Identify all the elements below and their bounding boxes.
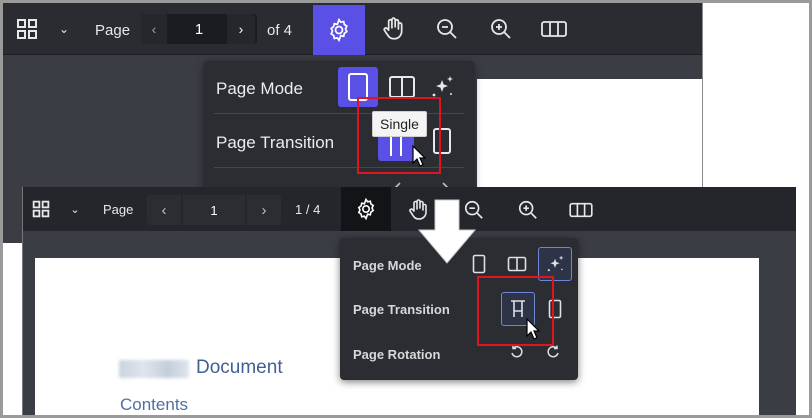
bottom-viewer: ⌄ Page ‹ 1 › 1 / 4 Page Mode Page Transi… <box>22 187 796 415</box>
page-mode-label: Page Mode <box>216 79 303 98</box>
prev-page-button[interactable]: ‹ <box>147 195 181 225</box>
columns-icon[interactable] <box>539 17 569 41</box>
chevron-down-icon[interactable]: ⌄ <box>67 200 83 218</box>
zoom-in-icon[interactable] <box>515 197 541 223</box>
grid-icon[interactable] <box>15 17 39 41</box>
page-number-input[interactable]: 1 <box>183 195 245 225</box>
page-rotation-label: Page Rotation <box>353 347 441 362</box>
page-label: Page <box>103 201 134 217</box>
down-arrow-icon <box>416 198 478 271</box>
grid-icon[interactable] <box>31 199 51 219</box>
page-number-input[interactable]: 1 <box>173 14 225 44</box>
page-count-label: of 4 <box>267 21 293 39</box>
chevron-down-icon[interactable]: ⌄ <box>55 19 73 39</box>
screenshot-frame: ⌄ Page ‹ 1 › of 4 Page Mode Page Transit… <box>0 0 812 418</box>
prev-page-button[interactable]: ‹ <box>141 14 167 44</box>
columns-icon[interactable] <box>567 199 595 221</box>
mouse-cursor-icon <box>526 317 541 345</box>
zoom-in-icon[interactable] <box>487 15 515 43</box>
next-page-button[interactable]: › <box>227 14 255 44</box>
gear-icon[interactable] <box>313 5 365 55</box>
gear-icon[interactable] <box>341 187 391 231</box>
page-transition-label: Page Transition <box>353 302 450 317</box>
page-transition-label: Page Transition <box>216 133 335 152</box>
page-count-label: 1 / 4 <box>295 201 321 217</box>
document-contents-link[interactable]: Contents <box>120 395 188 415</box>
zoom-out-icon[interactable] <box>433 15 461 43</box>
document-title-link[interactable]: Document <box>196 357 283 379</box>
page-mode-label: Page Mode <box>353 258 422 273</box>
hand-icon[interactable] <box>379 15 407 43</box>
page-label: Page <box>95 21 131 39</box>
double-page-mode-icon[interactable] <box>506 253 528 275</box>
highlight-box <box>357 97 441 174</box>
highlight-box <box>477 276 554 346</box>
blurred-text <box>119 360 189 378</box>
mouse-cursor-icon <box>412 144 427 172</box>
next-page-button[interactable]: › <box>247 195 281 225</box>
